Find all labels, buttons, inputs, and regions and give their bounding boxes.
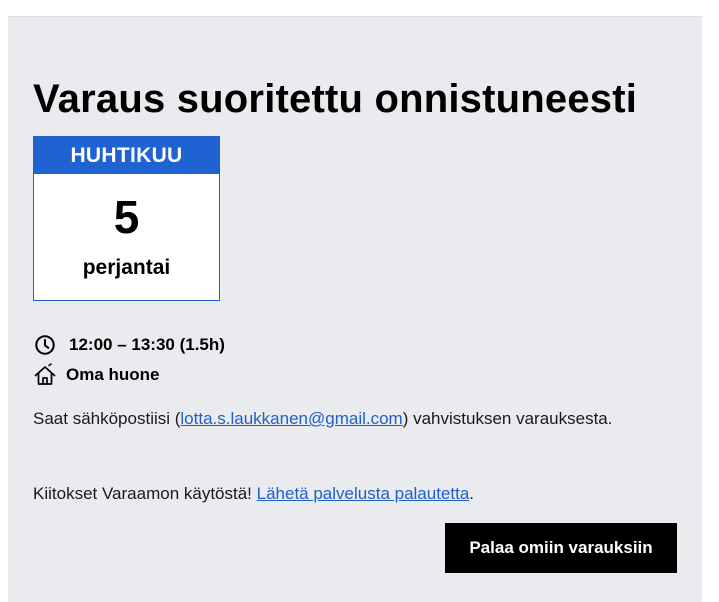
email-text-prefix: Saat sähköpostiisi (	[33, 409, 181, 428]
back-to-reservations-button[interactable]: Palaa omiin varauksiin	[445, 523, 677, 573]
calendar-weekday: perjantai	[82, 256, 171, 279]
feedback-link[interactable]: Lähetä palvelusta palautetta	[257, 484, 470, 503]
reservation-room-row: Oma huone	[33, 363, 160, 387]
thanks-text: Kiitokset Varaamon käytöstä! Lähetä palv…	[33, 479, 474, 508]
calendar-day: 5	[113, 191, 140, 243]
house-icon	[33, 363, 57, 387]
reservation-time: 12:00 – 13:30 (1.5h)	[69, 335, 225, 354]
email-text-suffix: ) vahvistuksen varauksesta.	[402, 409, 613, 428]
clock-icon	[33, 333, 57, 357]
date-calendar-card: HUHTIKUU 5 perjantai	[33, 136, 220, 301]
thanks-message: Kiitokset Varaamon käytöstä!	[33, 484, 257, 503]
page-title: Varaus suoritettu onnistuneesti	[33, 77, 638, 121]
email-confirmation-text: Saat sähköpostiisi (lotta.s.laukkanen@gm…	[33, 404, 633, 433]
calendar-month: HUHTIKUU	[34, 137, 219, 174]
email-link[interactable]: lotta.s.laukkanen@gmail.com	[180, 409, 402, 428]
reservation-time-row: 12:00 – 13:30 (1.5h)	[33, 333, 225, 357]
reservation-room: Oma huone	[66, 365, 160, 384]
thanks-end: .	[469, 484, 475, 503]
reservation-confirmation-card: Varaus suoritettu onnistuneesti HUHTIKUU…	[8, 16, 702, 602]
